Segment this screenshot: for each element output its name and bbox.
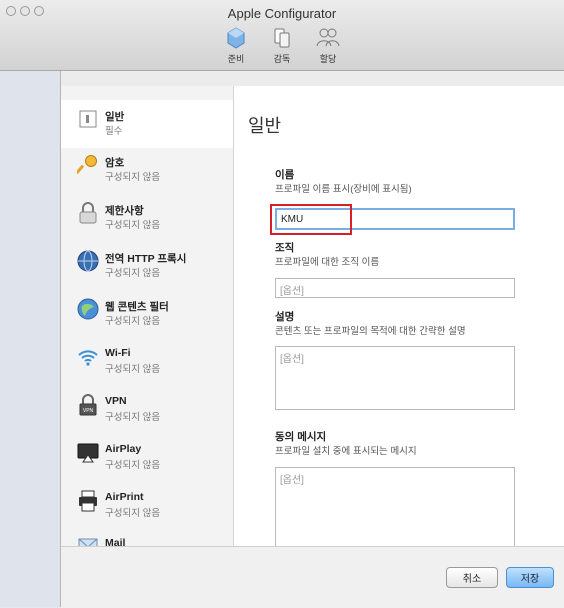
sidebar-item-title: AirPlay (105, 443, 142, 455)
airplay-icon (77, 442, 99, 464)
gem-icon (223, 26, 249, 50)
device-list-panel (0, 71, 61, 607)
toolbar-item-supervise[interactable]: 감독 (267, 26, 297, 65)
sidebar-item-wifi[interactable]: Wi-Fi 구성되지 않음 (61, 338, 233, 386)
toolbar-item-assign[interactable]: 할당 (313, 26, 343, 65)
toolbar-label-prepare: 준비 (227, 54, 245, 64)
sidebar-item-status: 구성되지 않음 (105, 172, 161, 183)
sidebar-item-airplay[interactable]: AirPlay 구성되지 않음 (61, 434, 233, 482)
app-window: Apple Configurator 준비 감독 할당 일반 필수 암호 구성되… (0, 0, 564, 608)
sidebar-item-status: 구성되지 않음 (105, 268, 161, 279)
mail-icon (77, 536, 99, 546)
name-label: 이름 (275, 169, 295, 181)
toolbar-label-supervise: 감독 (273, 54, 291, 64)
key-icon (75, 154, 99, 176)
toolbar: 준비 감독 할당 (0, 26, 564, 65)
editor-footer: 취소 저장 (61, 546, 564, 608)
sidebar-item-restrictions[interactable]: 제한사항 구성되지 않음 (61, 194, 233, 242)
description-field[interactable]: [옵션] (275, 346, 515, 410)
toolbar-label-assign: 할당 (319, 54, 337, 64)
svg-text:VPN: VPN (83, 408, 94, 414)
organization-field[interactable]: [옵션] (275, 278, 515, 298)
consent-message-label: 동의 메시지 (275, 431, 327, 443)
general-icon (77, 108, 99, 130)
sidebar-item-title: 암호 (105, 157, 125, 169)
payload-sidebar: 일반 필수 암호 구성되지 않음 제한사항 구성되지 않음 전역 HTTP 프록… (61, 86, 234, 546)
window-title: Apple Configurator (227, 6, 337, 21)
sidebar-item-mail[interactable]: Mail (61, 528, 233, 546)
devices-icon (269, 26, 295, 50)
sidebar-item-status: 구성되지 않음 (105, 412, 161, 423)
web-filter-icon (77, 298, 99, 320)
sidebar-item-status: 구성되지 않음 (105, 220, 161, 231)
sidebar-item-title: VPN (105, 395, 127, 407)
sidebar-item-title: 전역 HTTP 프록시 (105, 253, 187, 265)
sidebar-item-airprint[interactable]: AirPrint 구성되지 않음 (61, 482, 233, 530)
organization-label: 조직 (275, 242, 295, 254)
save-button[interactable]: 저장 (506, 567, 554, 588)
sidebar-item-title: 제한사항 (105, 205, 144, 217)
consent-message-description: 프로파일 설치 중에 표시되는 메시지 (275, 446, 417, 457)
general-settings: 일반 이름 프로파일 이름 표시(장비에 표시됨) 조직 프로파일에 대한 조직… (234, 86, 564, 546)
sidebar-item-title: 일반 (105, 111, 125, 123)
vpn-icon: VPN (77, 394, 99, 416)
description-label: 설명 (275, 311, 295, 323)
users-icon (315, 26, 341, 50)
sidebar-item-status: 구성되지 않음 (105, 460, 161, 471)
sidebar-item-http-proxy[interactable]: 전역 HTTP 프록시 구성되지 않음 (61, 242, 233, 290)
wifi-icon (77, 346, 99, 368)
sidebar-item-status: 구성되지 않음 (105, 364, 161, 375)
sidebar-item-status: 필수 (105, 126, 123, 137)
sidebar-item-passcode[interactable]: 암호 구성되지 않음 (61, 146, 233, 194)
title-bar: Apple Configurator 준비 감독 할당 (0, 0, 564, 71)
sidebar-item-title: 웹 콘텐츠 필터 (105, 301, 169, 313)
profile-editor: 일반 필수 암호 구성되지 않음 제한사항 구성되지 않음 전역 HTTP 프록… (61, 86, 564, 608)
sidebar-item-general[interactable]: 일반 필수 (61, 100, 233, 148)
proxy-icon (77, 250, 99, 272)
organization-description: 프로파일에 대한 조직 이름 (275, 257, 380, 268)
toolbar-item-prepare[interactable]: 준비 (221, 26, 251, 65)
sidebar-item-status: 구성되지 않음 (105, 316, 161, 327)
sidebar-item-title: Mail (105, 537, 126, 546)
sidebar-item-status: 구성되지 않음 (105, 508, 161, 519)
description-description: 콘텐츠 또는 프로파일의 목적에 대한 간략한 설명 (275, 326, 466, 337)
sidebar-item-title: Wi-Fi (105, 347, 131, 359)
consent-message-field[interactable]: [옵션] (275, 467, 515, 546)
airprint-icon (77, 490, 99, 512)
name-field-highlight-box (270, 204, 352, 235)
sidebar-item-vpn[interactable]: VPN VPN 구성되지 않음 (61, 386, 233, 434)
sidebar-item-web-filter[interactable]: 웹 콘텐츠 필터 구성되지 않음 (61, 290, 233, 338)
name-description: 프로파일 이름 표시(장비에 표시됨) (275, 184, 412, 195)
page-title: 일반 (248, 116, 282, 136)
cancel-button[interactable]: 취소 (446, 567, 498, 588)
restrictions-icon (77, 202, 99, 224)
sidebar-item-title: AirPrint (105, 491, 144, 503)
